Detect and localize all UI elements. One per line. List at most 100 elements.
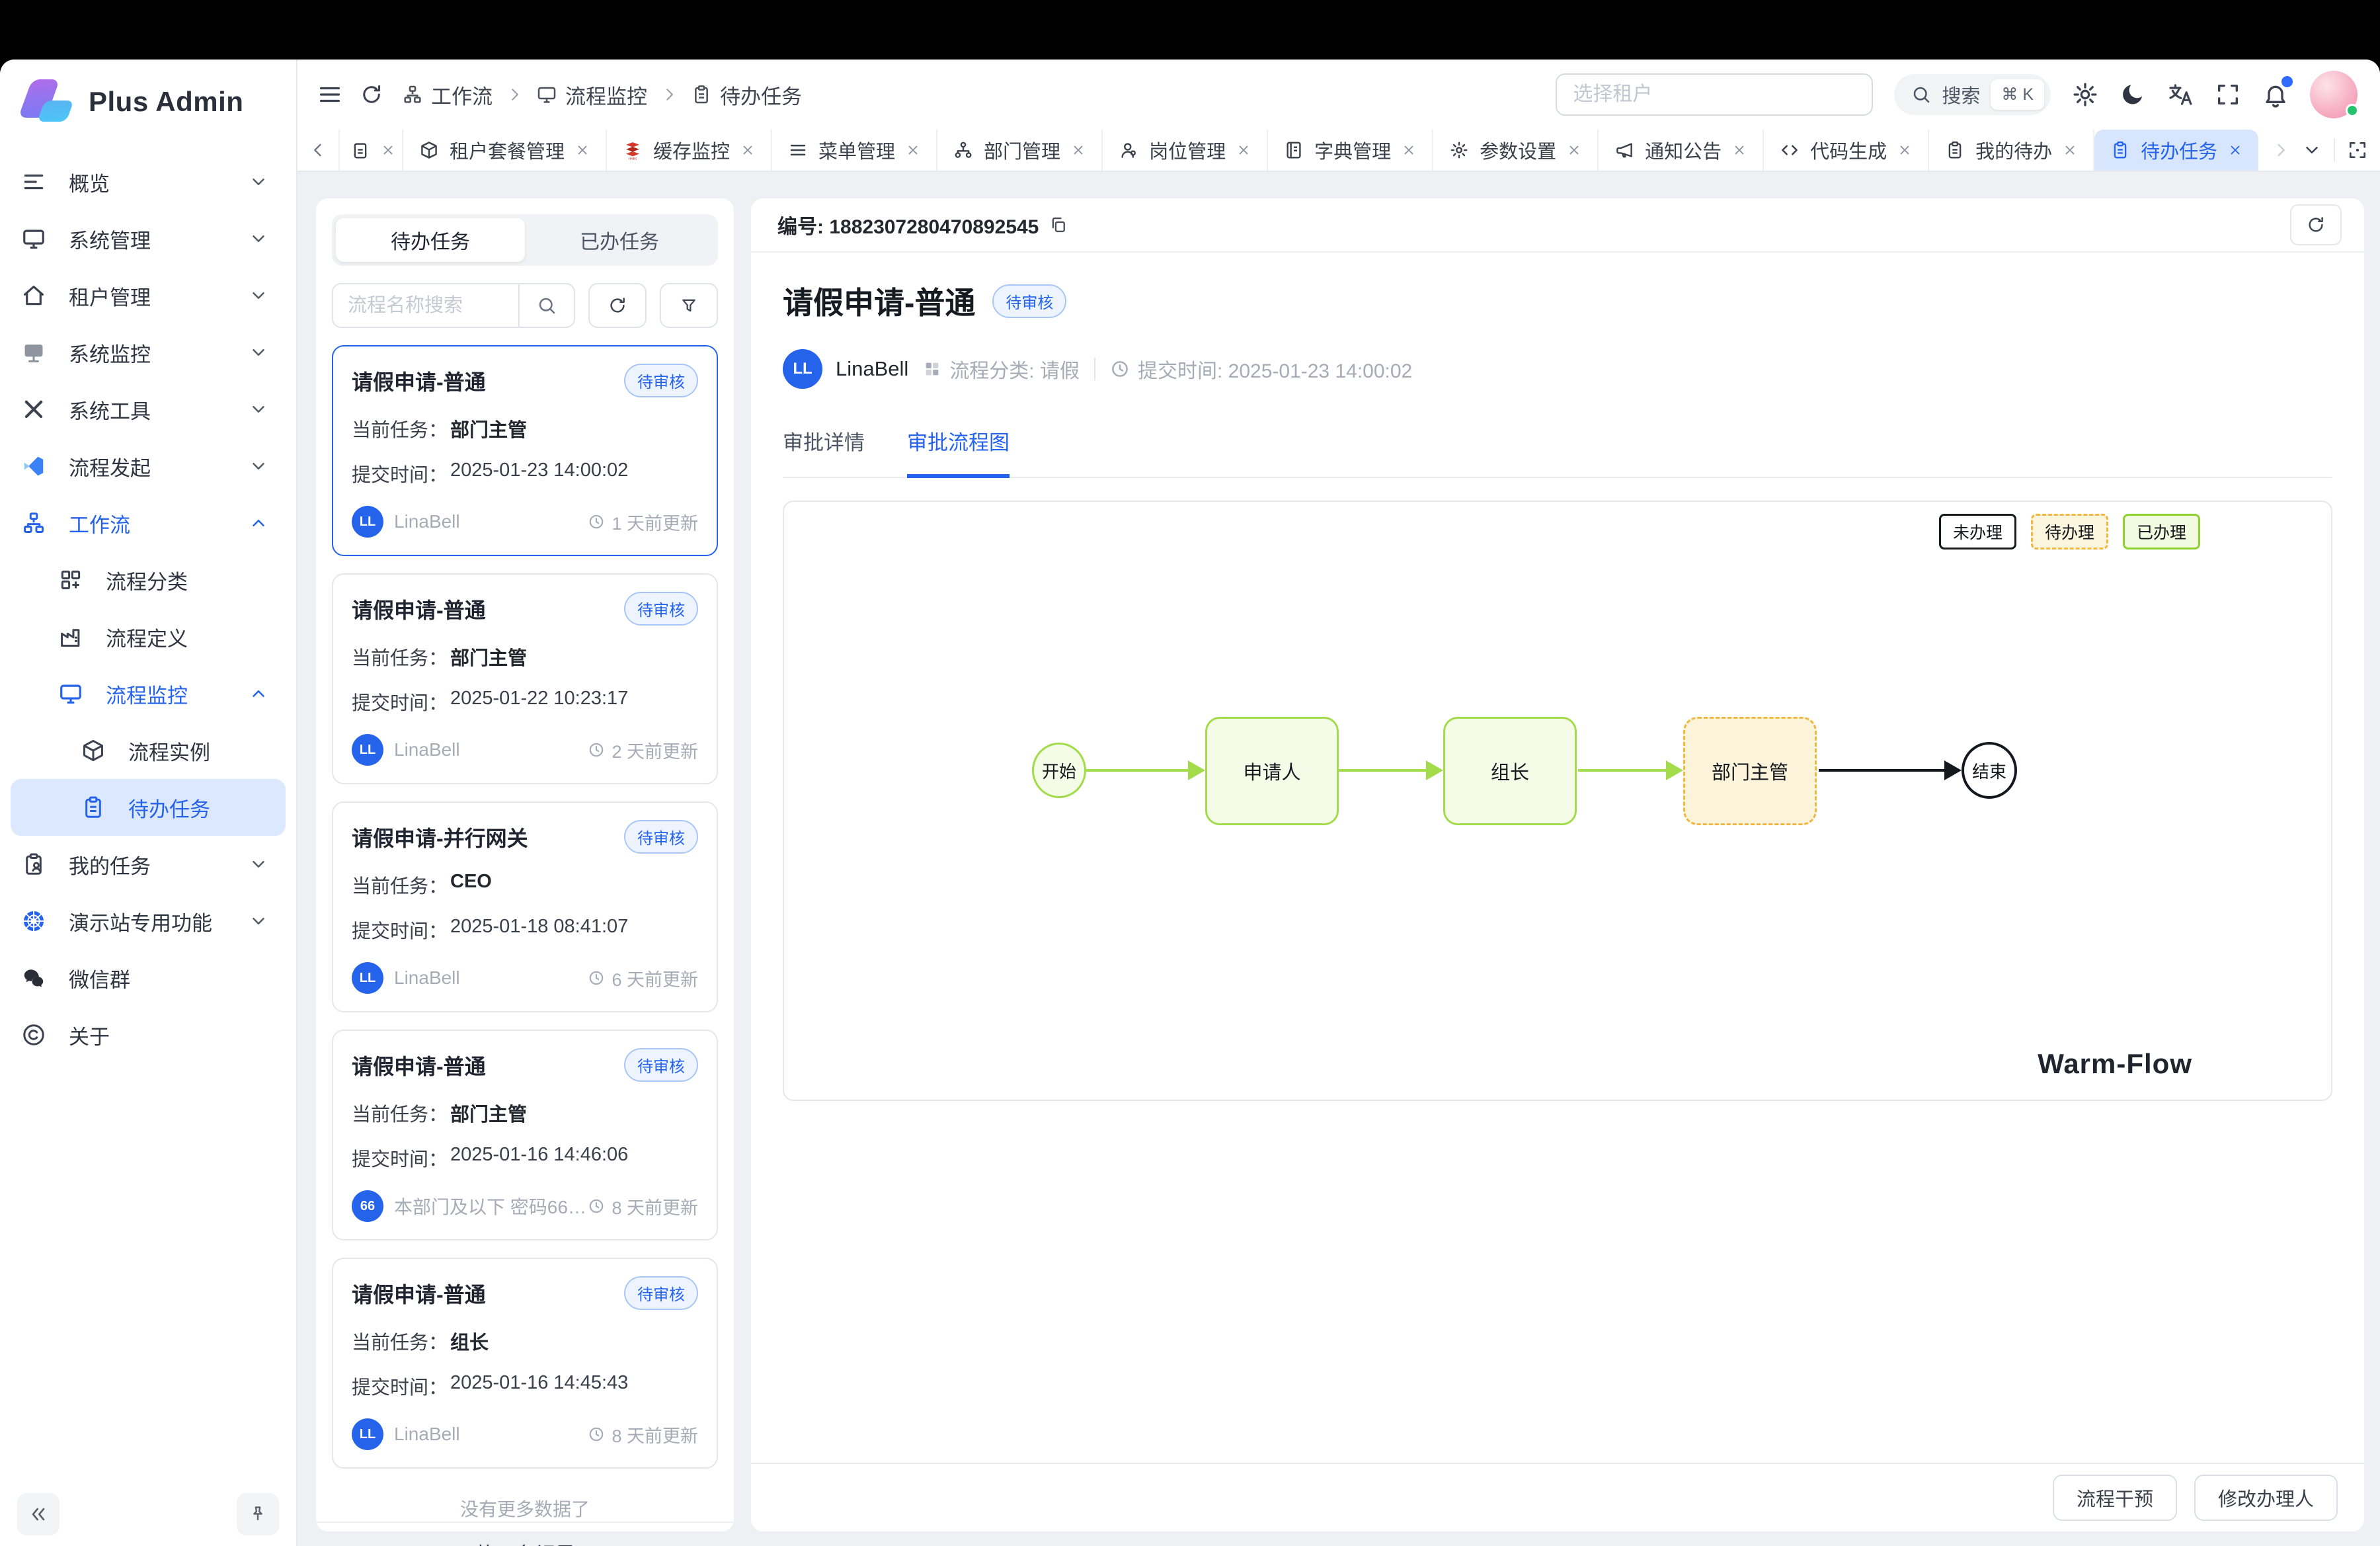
tab-partial[interactable] xyxy=(340,130,403,171)
tab-notice[interactable]: 通知公告 xyxy=(1599,130,1764,171)
flow-node-end[interactable]: 结束 xyxy=(1962,742,2017,799)
task-title: 请假申请-并行网关 xyxy=(352,822,528,852)
close-icon[interactable] xyxy=(1897,143,1912,157)
sidebar-item-overview[interactable]: 概览 xyxy=(0,153,296,210)
global-search[interactable]: 搜索 ⌘ K xyxy=(1894,74,2051,115)
sidebar-item-workflow[interactable]: 工作流 xyxy=(0,495,296,551)
redis-icon: redis xyxy=(623,140,643,160)
tab-dept-mgmt[interactable]: 部门管理 xyxy=(937,130,1103,171)
task-title: 请假申请-普通 xyxy=(352,594,486,624)
sidebar-item-tenant-mgmt[interactable]: 租户管理 xyxy=(0,267,296,324)
app-title: Plus Admin xyxy=(89,86,243,118)
close-icon[interactable] xyxy=(1732,143,1747,157)
breadcrumb-process-monitor[interactable]: 流程监控 xyxy=(536,80,647,110)
breadcrumb-workflow[interactable]: 工作流 xyxy=(402,80,493,110)
breadcrumb-separator-icon xyxy=(660,86,678,103)
pin-sidebar-button[interactable] xyxy=(237,1493,279,1535)
task-card[interactable]: 请假申请-普通待审核 当前任务：组长 提交时间：2025-01-16 14:45… xyxy=(332,1258,718,1469)
content-fullscreen-button[interactable] xyxy=(2347,140,2368,161)
header-actions: 搜索 ⌘ K xyxy=(1556,71,2358,118)
detail-refresh-button[interactable] xyxy=(2290,204,2342,245)
close-icon[interactable] xyxy=(381,143,395,157)
initiator-name: LinaBell xyxy=(394,511,588,532)
tabs-scroll-left[interactable] xyxy=(298,130,340,171)
fullscreen-button[interactable] xyxy=(2215,81,2241,108)
sidebar-item-system-tools[interactable]: 系统工具 xyxy=(0,381,296,438)
user-avatar[interactable] xyxy=(2310,71,2358,118)
close-icon[interactable] xyxy=(2228,143,2242,157)
process-intervene-button[interactable]: 流程干预 xyxy=(2053,1475,2177,1521)
close-icon[interactable] xyxy=(1071,143,1086,157)
sidebar-item-system-monitor[interactable]: 系统监控 xyxy=(0,324,296,381)
close-icon[interactable] xyxy=(1567,143,1581,157)
segment-todo[interactable]: 待办任务 xyxy=(336,218,525,262)
task-card[interactable]: 请假申请-普通待审核 当前任务：部门主管 提交时间：2025-01-23 14:… xyxy=(332,345,718,556)
chevron-left-icon xyxy=(309,141,327,159)
tab-menu-mgmt[interactable]: 菜单管理 xyxy=(772,130,937,171)
task-card[interactable]: 请假申请-并行网关待审核 当前任务：CEO 提交时间：2025-01-18 08… xyxy=(332,801,718,1012)
task-card[interactable]: 请假申请-普通待审核 当前任务：部门主管 提交时间：2025-01-22 10:… xyxy=(332,573,718,784)
tab-approval-flowchart[interactable]: 审批流程图 xyxy=(907,426,1010,478)
notifications-button[interactable] xyxy=(2262,81,2289,108)
hamburger-menu-button[interactable] xyxy=(317,82,342,107)
breadcrumb-todo-tasks[interactable]: 待办任务 xyxy=(691,80,802,110)
tabs-dropdown-button[interactable] xyxy=(2302,140,2322,160)
tabs-scroll-right[interactable] xyxy=(2272,141,2290,159)
tab-code-gen[interactable]: 代码生成 xyxy=(1764,130,1929,171)
sidebar-item-process-start[interactable]: 流程发起 xyxy=(0,438,296,495)
tab-todo-tasks[interactable]: 待办任务 xyxy=(2094,130,2258,171)
task-search-button[interactable] xyxy=(518,284,574,327)
close-icon[interactable] xyxy=(1236,143,1251,157)
close-icon[interactable] xyxy=(2063,143,2077,157)
dark-mode-toggle[interactable] xyxy=(2120,81,2146,108)
breadcrumb-separator-icon xyxy=(506,86,523,103)
sidebar-item-process-definition[interactable]: 流程定义 xyxy=(0,608,296,665)
flowchart-canvas[interactable]: 未办理 待办理 已办理 开始 申请人 组长 部门主管 结束 War xyxy=(783,501,2332,1101)
refresh-icon xyxy=(2306,215,2326,235)
task-refresh-button[interactable] xyxy=(588,283,647,328)
language-button[interactable] xyxy=(2167,81,2194,108)
task-card[interactable]: 请假申请-普通待审核 当前任务：部门主管 提交时间：2025-01-16 14:… xyxy=(332,1030,718,1241)
detail-footer: 流程干预 修改办理人 xyxy=(751,1463,2364,1531)
close-icon[interactable] xyxy=(906,143,920,157)
close-icon[interactable] xyxy=(740,143,755,157)
sidebar-item-system-mgmt[interactable]: 系统管理 xyxy=(0,210,296,267)
flow-arrowhead xyxy=(1188,760,1205,780)
change-assignee-button[interactable]: 修改办理人 xyxy=(2194,1475,2338,1521)
gear-icon xyxy=(2072,81,2098,108)
clipboard-icon xyxy=(691,84,712,105)
flow-node-dept-manager[interactable]: 部门主管 xyxy=(1683,717,1817,825)
sidebar-item-about[interactable]: 关于 xyxy=(0,1006,296,1063)
flow-node-applicant[interactable]: 申请人 xyxy=(1205,717,1339,825)
settings-button[interactable] xyxy=(2072,81,2098,108)
task-filter-button[interactable] xyxy=(660,283,718,328)
sidebar-item-process-instance[interactable]: 流程实例 xyxy=(0,722,296,779)
task-search-input[interactable] xyxy=(333,284,518,327)
close-icon[interactable] xyxy=(1402,143,1416,157)
sidebar-item-demo-features[interactable]: 演示站专用功能 xyxy=(0,893,296,950)
app-window: Plus Admin 概览 系统管理 租户管理 系统监控 xyxy=(0,60,2380,1546)
collapse-sidebar-button[interactable] xyxy=(17,1493,60,1535)
segment-done[interactable]: 已办任务 xyxy=(525,218,714,262)
translate-icon xyxy=(2167,81,2194,108)
sidebar-item-wechat-group[interactable]: 微信群 xyxy=(0,950,296,1006)
sidebar-item-process-monitor[interactable]: 流程监控 xyxy=(0,665,296,722)
tenant-select[interactable] xyxy=(1556,73,1873,116)
sidebar-item-todo-tasks[interactable]: 待办任务 xyxy=(11,779,286,836)
refresh-page-button[interactable] xyxy=(360,83,383,106)
flow-node-team-leader[interactable]: 组长 xyxy=(1443,717,1577,825)
refresh-icon xyxy=(360,83,383,106)
tab-post-mgmt[interactable]: 岗位管理 xyxy=(1103,130,1268,171)
tab-param-settings[interactable]: 参数设置 xyxy=(1433,130,1599,171)
sidebar-item-my-tasks[interactable]: 我的任务 xyxy=(0,836,296,893)
tab-approval-detail[interactable]: 审批详情 xyxy=(783,426,865,477)
tab-tenant-package[interactable]: 租户套餐管理 xyxy=(403,130,607,171)
sidebar-item-process-category[interactable]: 流程分类 xyxy=(0,551,296,608)
flow-node-start[interactable]: 开始 xyxy=(1032,743,1086,798)
tab-cache-monitor[interactable]: redis 缓存监控 xyxy=(607,130,772,171)
tab-my-todo[interactable]: 我的待办 xyxy=(1929,130,2094,171)
copy-icon[interactable] xyxy=(1049,216,1068,234)
chevron-down-icon xyxy=(249,229,268,249)
tab-dict-mgmt[interactable]: 字典管理 xyxy=(1268,130,1433,171)
close-icon[interactable] xyxy=(575,143,590,157)
